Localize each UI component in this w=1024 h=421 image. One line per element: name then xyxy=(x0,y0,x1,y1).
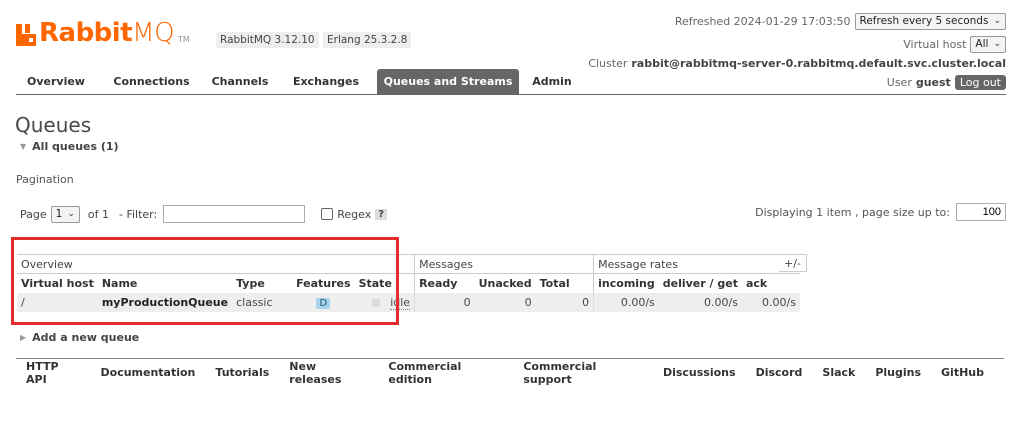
tab-exchanges[interactable]: Exchanges xyxy=(286,69,366,94)
tab-queues-and-streams[interactable]: Queues and Streams xyxy=(377,69,519,94)
add-queue-label: Add a new queue xyxy=(32,331,140,344)
col-ready[interactable]: Ready xyxy=(414,273,475,293)
footer-link-slack[interactable]: Slack xyxy=(822,366,855,379)
logo-text-bold: Rabbit xyxy=(39,18,133,48)
tab-admin[interactable]: Admin xyxy=(528,69,576,94)
all-queues-label: All queues (1) xyxy=(32,140,119,153)
all-queues-toggle[interactable]: ▼ All queues (1) xyxy=(20,140,119,153)
erlang-version: Erlang 25.3.2.8 xyxy=(323,32,412,48)
page-title: Queues xyxy=(15,113,92,137)
chevron-down-icon: ⌄ xyxy=(67,209,75,219)
cell-ack: 0.00/s xyxy=(762,295,796,309)
group-messages: Messages xyxy=(414,254,594,274)
cell-unacked: 0 xyxy=(524,295,532,309)
group-message-rates: Message rates xyxy=(593,254,800,274)
footer-link-documentation[interactable]: Documentation xyxy=(101,366,196,379)
vhost-select[interactable]: All ⌄ xyxy=(970,35,1006,53)
cluster-name: rabbit@rabbitmq-server-0.rabbitmq.defaul… xyxy=(631,56,1006,70)
rabbitmq-logo[interactable]: RabbitMQ TM xyxy=(16,14,190,46)
col-unacked[interactable]: Unacked xyxy=(475,274,536,293)
pager: Page 1 ⌄ of 1 - Filter: Regex ? xyxy=(20,205,388,223)
page-label: Page xyxy=(20,207,47,221)
highlight-box xyxy=(11,237,399,325)
footer-link-tutorials[interactable]: Tutorials xyxy=(215,366,269,379)
page-select[interactable]: 1 ⌄ xyxy=(50,205,80,223)
logo-text-light: MQ xyxy=(132,18,175,48)
filter-input[interactable] xyxy=(163,205,306,223)
refresh-interval-select[interactable]: Refresh every 5 seconds ⌄ xyxy=(854,12,1006,30)
page-count: of 1 xyxy=(87,207,109,221)
columns-toggle-button[interactable]: +/- xyxy=(779,254,807,272)
regex-help-icon[interactable]: ? xyxy=(375,208,388,220)
chevron-down-icon: ⌄ xyxy=(993,16,1001,26)
footer-link-github[interactable]: GitHub xyxy=(941,366,984,379)
rabbit-logo-icon xyxy=(16,24,36,46)
col-deliver-get[interactable]: deliver / get xyxy=(659,274,742,293)
footer-link-http-api[interactable]: HTTP API xyxy=(26,360,81,386)
footer-link-discussions[interactable]: Discussions xyxy=(663,366,736,379)
tab-connections[interactable]: Connections xyxy=(104,69,199,94)
tab-overview[interactable]: Overview xyxy=(16,69,96,94)
filter-label: - Filter: xyxy=(118,207,158,221)
refreshed-timestamp: Refreshed 2024-01-29 17:03:50 xyxy=(674,14,851,28)
footer-link-commercial-edition[interactable]: Commercial edition xyxy=(388,360,503,386)
footer-link-new-releases[interactable]: New releases xyxy=(289,360,368,386)
display-info-label: Displaying 1 item , page size up to: xyxy=(755,205,950,219)
cell-ready: 0 xyxy=(414,292,475,312)
footer: HTTP API Documentation Tutorials New rel… xyxy=(16,358,1004,386)
col-incoming[interactable]: incoming xyxy=(593,273,659,293)
regex-checkbox[interactable] xyxy=(321,208,334,220)
page-size-input[interactable] xyxy=(956,203,1006,221)
cell-deliver-get: 0.00/s xyxy=(704,295,738,309)
col-total[interactable]: Total xyxy=(536,274,594,293)
rabbitmq-version: RabbitMQ 3.12.10 xyxy=(216,32,319,48)
tab-channels[interactable]: Channels xyxy=(206,69,274,94)
chevron-down-icon: ⌄ xyxy=(993,39,1001,49)
regex-label: Regex xyxy=(337,207,372,221)
triangle-down-icon: ▼ xyxy=(20,142,27,151)
vhost-label: Virtual host xyxy=(903,37,967,51)
triangle-right-icon: ▶ xyxy=(20,333,27,342)
cluster-label: Cluster xyxy=(588,56,628,70)
col-ack[interactable]: ack xyxy=(742,274,800,293)
main-tabs: Overview Connections Channels Exchanges … xyxy=(16,69,1006,95)
add-queue-toggle[interactable]: ▶ Add a new queue xyxy=(20,331,139,344)
footer-link-discord[interactable]: Discord xyxy=(756,366,803,379)
cell-incoming: 0.00/s xyxy=(593,292,659,312)
logo-trademark: TM xyxy=(178,35,190,44)
footer-link-commercial-support[interactable]: Commercial support xyxy=(523,360,643,386)
display-info: Displaying 1 item , page size up to: xyxy=(755,203,1006,221)
cell-total: 0 xyxy=(582,295,590,309)
footer-link-plugins[interactable]: Plugins xyxy=(875,366,921,379)
pagination-label: Pagination xyxy=(16,173,74,186)
